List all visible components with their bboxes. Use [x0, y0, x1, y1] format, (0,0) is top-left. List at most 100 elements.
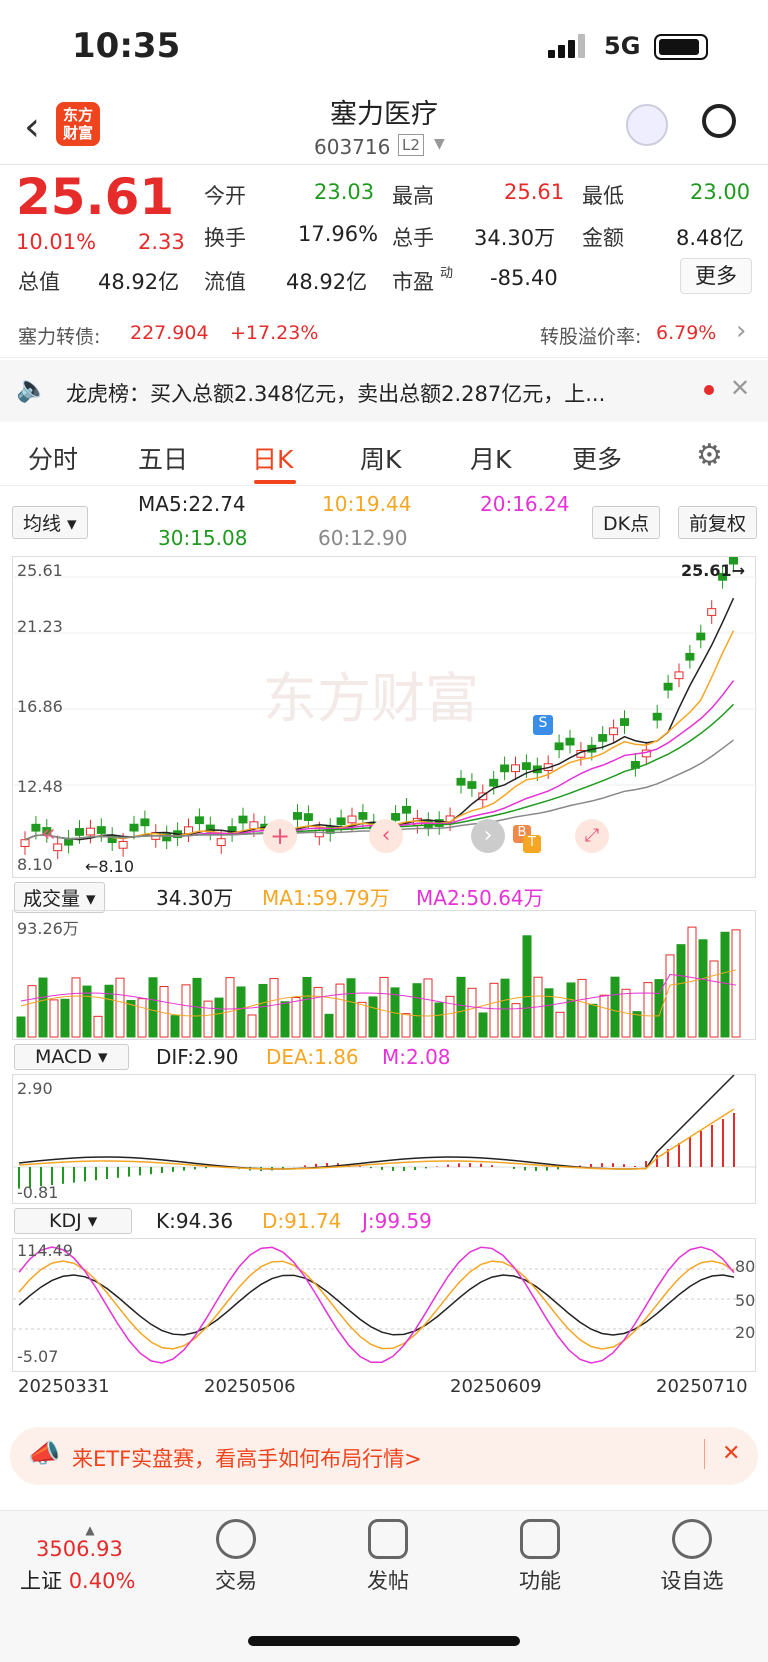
fq-button[interactable]: 前复权 [678, 506, 758, 539]
volume-bar [368, 996, 378, 1038]
robot-avatar-icon[interactable] [626, 104, 668, 146]
promo-banner[interactable]: 📣 来ETF实盘赛，看高手如何布局行情> ✕ [10, 1427, 758, 1485]
grid-icon [520, 1519, 560, 1559]
candle [620, 718, 629, 726]
ma-line [24, 630, 735, 841]
ma-selector-label: 均线 [23, 513, 62, 535]
volume-ma1: MA1:59.79万 [262, 886, 390, 910]
nav-label: 发帖 [367, 1569, 409, 1593]
macd-selector[interactable]: MACD ▾ [14, 1044, 129, 1070]
close-icon[interactable]: ✕ [722, 1441, 740, 1466]
candle [598, 734, 608, 742]
search-icon[interactable] [702, 104, 736, 138]
yen-icon [216, 1519, 256, 1559]
macd-bottom-label: -0.81 [17, 1183, 59, 1202]
volume-bar [588, 1003, 598, 1038]
candle [674, 671, 684, 680]
axis-label: 12.48 [17, 777, 63, 796]
volume-bar [247, 1014, 257, 1038]
megaphone-icon: 📣 [28, 1439, 61, 1469]
nav-post[interactable]: 发帖 [328, 1519, 448, 1595]
candle [96, 826, 106, 834]
vol-label: 总手 [392, 226, 434, 250]
volume-bar [555, 1011, 565, 1038]
close-icon[interactable]: ✕ [730, 374, 750, 402]
candle [249, 821, 259, 830]
nav-label: 功能 [519, 1569, 561, 1593]
tab-weekly-k[interactable]: 周K [360, 440, 401, 476]
expand-icon[interactable]: ⤢ [575, 819, 609, 853]
axis-label: 16.86 [17, 697, 63, 716]
date-label: 20250331 [18, 1376, 110, 1397]
volume-bar [82, 985, 92, 1038]
index-ticker[interactable]: ▲ 3506.93 上证 0.40% [20, 1523, 160, 1595]
prev-icon[interactable]: ‹ [369, 819, 403, 853]
volume-bar [335, 983, 345, 1038]
next-icon[interactable]: › [471, 819, 505, 853]
candle [652, 712, 662, 721]
gear-icon[interactable]: ⚙ [696, 438, 723, 473]
macd-dea: DEA:1.86 [266, 1045, 359, 1069]
candle [521, 762, 531, 770]
candle [456, 777, 466, 786]
bond-name: 塞力转债: [18, 326, 101, 348]
rewind-icon[interactable]: « [41, 819, 56, 847]
active-tab-indicator [254, 480, 296, 484]
candle [336, 817, 346, 826]
nav-trade[interactable]: 交易 [176, 1519, 296, 1595]
volume-selector-label: 成交量 [23, 888, 81, 910]
volume-bar [522, 935, 532, 1038]
convertible-bond-row[interactable]: 塞力转债: 227.904 +17.23% 转股溢价率: 6.79% › [0, 310, 768, 358]
dk-button[interactable]: DK点 [592, 506, 661, 539]
change-amount: 2.33 [138, 230, 185, 254]
candle [20, 839, 30, 847]
zoom-in-icon[interactable]: + [263, 819, 297, 853]
index-name: 上证 [20, 1569, 62, 1593]
volume-bar [698, 939, 708, 1038]
nav-add-watch[interactable]: 设自选 [632, 1519, 752, 1595]
t-tag[interactable]: T [523, 835, 541, 853]
kdj-k: K:94.36 [156, 1209, 234, 1233]
kline-chart[interactable]: 东方财富 25.61 21.23 16.86 12.48 8.10 25.61→… [12, 548, 757, 878]
volume-bar [456, 976, 466, 1038]
tab-wuri[interactable]: 五日 [138, 440, 188, 476]
kdj-chart[interactable]: 114.49 -5.07 80 50 20 [12, 1238, 757, 1372]
tab-more[interactable]: 更多 [572, 440, 622, 476]
volume-bar [478, 1012, 488, 1038]
kdj-80-label: 80 [735, 1257, 756, 1276]
ma-selector[interactable]: 均线 ▾ [12, 506, 88, 539]
lhb-text: 龙虎榜：买入总额2.348亿元，卖出总额2.287亿元，上... [66, 382, 606, 406]
tab-daily-k[interactable]: 日K [252, 440, 293, 476]
volume-bar [126, 1000, 136, 1038]
volume-bar [236, 986, 246, 1038]
dropdown-icon[interactable]: ▼ [434, 136, 445, 152]
volume-selector[interactable]: 成交量 ▾ [14, 882, 105, 913]
lhb-banner[interactable]: 🔈 龙虎榜：买入总额2.348亿元，卖出总额2.287亿元，上... ✕ [0, 360, 768, 422]
macd-chart[interactable]: 2.90 -0.81 [12, 1074, 757, 1204]
level2-badge[interactable]: L2 [398, 134, 424, 156]
candle [238, 815, 248, 824]
tab-fenshi[interactable]: 分时 [28, 440, 78, 476]
sell-tag[interactable]: S [533, 715, 553, 735]
float-label: 流值 [204, 270, 246, 294]
turnover-value: 17.96% [298, 222, 379, 246]
nav-functions[interactable]: 功能 [480, 1519, 600, 1595]
candle [75, 828, 84, 836]
macd-m: M:2.08 [382, 1045, 451, 1069]
volume-bar [720, 931, 730, 1038]
candle [511, 764, 520, 773]
min-price-label: ←8.10 [85, 857, 135, 876]
more-button[interactable]: 更多 [680, 258, 752, 294]
kdj-selector[interactable]: KDJ ▾ [14, 1208, 133, 1234]
stock-code: 603716 [314, 135, 391, 159]
volume-bar [71, 977, 81, 1038]
volume-chart[interactable]: 93.26万 [12, 910, 756, 1040]
tab-monthly-k[interactable]: 月K [470, 440, 511, 476]
dea-line [18, 1108, 735, 1170]
period-tabs: 分时 五日 日K 周K 月K 更多 ⚙ [0, 422, 768, 486]
signal-icon [548, 34, 588, 58]
candle [663, 682, 673, 691]
unread-dot [704, 385, 714, 395]
macd-selector-label: MACD [35, 1046, 92, 1068]
volume-bar [27, 985, 37, 1038]
